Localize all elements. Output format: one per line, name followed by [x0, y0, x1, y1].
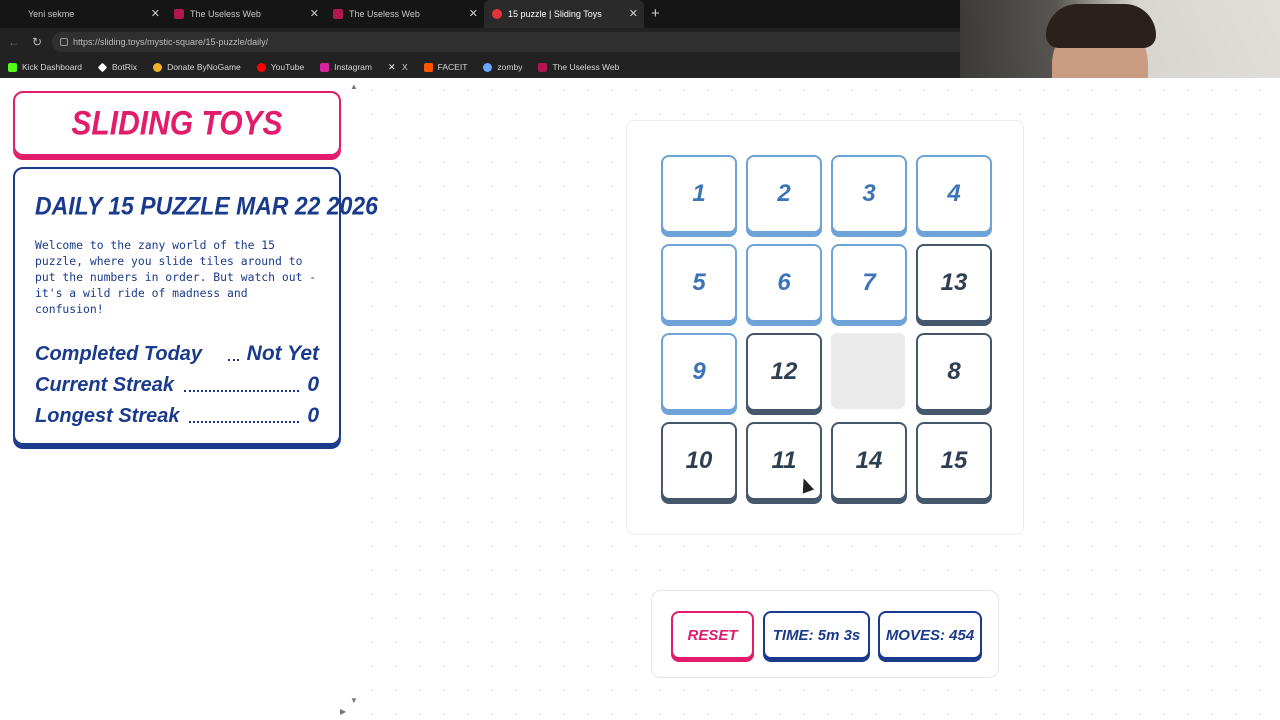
puzzle-title: DAILY 15 PUZZLE MAR 22 2026: [35, 191, 378, 221]
bookmark-instagram[interactable]: Instagram: [320, 62, 372, 72]
puzzle-description: Welcome to the zany world of the 15 puzz…: [35, 238, 317, 316]
stat-longest-streak: Longest Streak 0: [35, 397, 319, 428]
page-content: SLIDING TOYS DAILY 15 PUZZLE MAR 22 2026…: [0, 78, 1280, 720]
stat-label: Current Streak: [35, 374, 174, 396]
site-info-icon[interactable]: [60, 38, 68, 46]
stat-completed-today: Completed Today Not Yet: [35, 335, 319, 366]
reload-icon[interactable]: ↻: [32, 35, 42, 49]
useless-web-favicon-icon: [333, 9, 343, 19]
puzzle-tile[interactable]: 2: [746, 155, 822, 233]
faceit-icon: [423, 62, 433, 72]
stat-value: Not Yet: [246, 342, 319, 365]
bookmark-x[interactable]: ✕ X: [388, 62, 408, 72]
stat-current-streak: Current Streak 0: [35, 366, 319, 397]
puzzle-tile[interactable]: 8: [916, 333, 992, 411]
stat-value: 0: [307, 373, 319, 396]
puzzle-tile[interactable]: 4: [916, 155, 992, 233]
bookmark-useless-web[interactable]: The Useless Web: [538, 62, 619, 72]
close-icon[interactable]: ✕: [151, 7, 160, 20]
bynogame-icon: [153, 62, 163, 72]
uselessweb-icon: [538, 62, 548, 72]
url-text: https://sliding.toys/mystic-square/15-pu…: [73, 37, 269, 47]
stats-list: Completed Today Not Yet Current Streak 0…: [35, 335, 319, 428]
tab-title: 15 puzzle | Sliding Toys: [508, 9, 602, 19]
puzzle-tile[interactable]: 7: [831, 244, 907, 322]
close-icon[interactable]: ✕: [469, 7, 478, 20]
instagram-icon: [320, 62, 330, 72]
sidebar: SLIDING TOYS DAILY 15 PUZZLE MAR 22 2026…: [0, 78, 378, 720]
stat-value: 0: [307, 404, 319, 427]
puzzle-info-card: DAILY 15 PUZZLE MAR 22 2026 Welcome to t…: [13, 167, 378, 445]
moves-counter: MOVES: 454: [878, 611, 982, 659]
bookmark-label: Donate ByNoGame: [167, 62, 241, 72]
zomby-icon: [483, 62, 493, 72]
sliding-toys-favicon-icon: [492, 9, 502, 19]
useless-web-favicon-icon: [174, 9, 184, 19]
site-logo: SLIDING TOYS: [71, 103, 283, 142]
puzzle-tile[interactable]: 9: [661, 333, 737, 411]
stat-leader-dots: [183, 390, 300, 392]
bookmark-label: X: [401, 62, 408, 72]
puzzle-tile[interactable]: 6: [746, 244, 822, 322]
puzzle-tile[interactable]: 14: [831, 422, 907, 500]
tab-title: The Useless Web: [190, 9, 261, 19]
youtube-icon: [256, 62, 266, 72]
bookmark-faceit[interactable]: FACEIT: [423, 62, 468, 72]
puzzle-tile[interactable]: 15: [916, 422, 992, 500]
back-arrow-icon[interactable]: ←: [8, 35, 20, 49]
scroll-down-arrow-icon[interactable]: ▼: [350, 696, 358, 705]
puzzle-tile[interactable]: 12: [746, 333, 822, 411]
bookmark-label: YouTube: [270, 62, 305, 72]
tab-sliding-toys[interactable]: 15 puzzle | Sliding Toys ✕: [484, 0, 644, 28]
puzzle-tile[interactable]: 5: [661, 244, 737, 322]
close-icon[interactable]: ✕: [629, 7, 638, 20]
tab-title: The Useless Web: [349, 9, 420, 19]
stat-leader-dots: [228, 359, 239, 361]
puzzle-tile[interactable]: 1: [661, 155, 737, 233]
bookmark-label: FACEIT: [437, 62, 468, 72]
bookmark-kick-dashboard[interactable]: Kick Dashboard: [8, 62, 82, 72]
bookmark-botrix[interactable]: BotRix: [97, 62, 138, 72]
new-tab-plus-icon[interactable]: +: [651, 5, 660, 22]
bookmark-label: The Useless Web: [552, 62, 620, 72]
tab-useless-web-1[interactable]: The Useless Web ✕: [166, 0, 325, 28]
close-icon[interactable]: ✕: [310, 7, 319, 20]
site-logo-card[interactable]: SLIDING TOYS: [13, 91, 341, 156]
stat-leader-dots: [189, 421, 300, 423]
url-field[interactable]: https://sliding.toys/mystic-square/15-pu…: [52, 32, 960, 52]
bookmark-zomby[interactable]: zomby: [483, 62, 522, 72]
address-bar: ← ↻ https://sliding.toys/mystic-square/1…: [0, 28, 960, 56]
bookmark-label: Kick Dashboard: [22, 62, 83, 72]
reset-button[interactable]: RESET: [671, 611, 754, 659]
bookmark-label: BotRix: [112, 62, 138, 72]
botrix-icon: [97, 62, 108, 72]
scroll-up-arrow-icon[interactable]: ▲: [350, 82, 358, 91]
bookmark-bynogame[interactable]: Donate ByNoGame: [153, 62, 241, 72]
puzzle-tile[interactable]: 10: [661, 422, 737, 500]
bookmark-label: zomby: [497, 62, 523, 72]
stat-label: Longest Streak: [35, 405, 180, 427]
tab-useless-web-2[interactable]: The Useless Web ✕: [325, 0, 484, 28]
puzzle-tile[interactable]: 13: [916, 244, 992, 322]
controls-panel: RESET TIME: 5m 3s MOVES: 454: [651, 590, 999, 678]
browser-tab-bar: Yeni sekme ✕ The Useless Web ✕ The Usele…: [0, 0, 960, 28]
bookmark-youtube[interactable]: YouTube: [256, 62, 305, 72]
x-icon: ✕: [387, 61, 396, 72]
timer-display: TIME: 5m 3s: [763, 611, 870, 659]
puzzle-tile[interactable]: 3: [831, 155, 907, 233]
tab-title: Yeni sekme: [28, 9, 75, 19]
tab-new[interactable]: Yeni sekme ✕: [0, 0, 166, 28]
stat-label: Completed Today: [35, 343, 203, 365]
webcam-hair: [1046, 4, 1156, 48]
puzzle-board: 1 2 3 4 5 6 7 13 9 12 8 10 11 14 15: [626, 120, 1024, 535]
empty-slot: [831, 333, 905, 409]
bookmark-label: Instagram: [334, 62, 372, 72]
scroll-right-arrow-icon[interactable]: ▶: [340, 707, 346, 716]
kick-icon: [8, 62, 17, 72]
